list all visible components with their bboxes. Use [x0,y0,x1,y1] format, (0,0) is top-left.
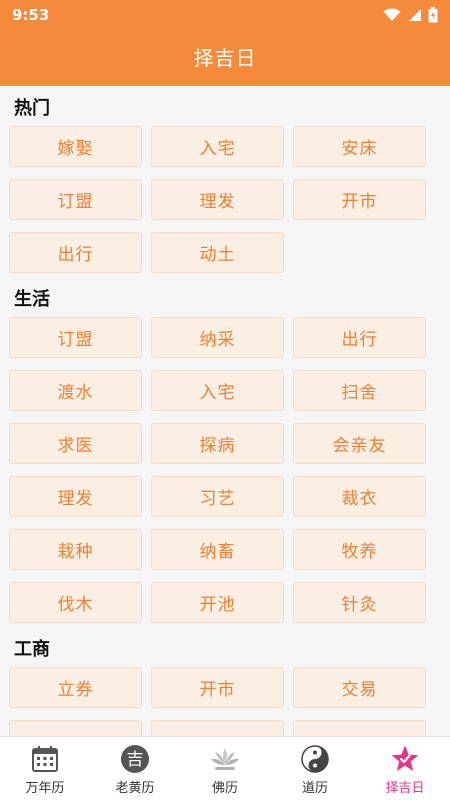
tag-kaishi[interactable]: 开市 [293,179,426,220]
nav-daoli[interactable]: 道历 [270,737,360,800]
tag-lifa[interactable]: 理发 [151,179,284,220]
status-icons [383,7,438,23]
nav-zejiri[interactable]: 择吉日 [360,737,450,800]
nav-label: 佛历 [211,781,238,796]
tag-ruzhai[interactable]: 入宅 [151,370,284,411]
tag-grid: 订盟 纳采 出行 渡水 入宅 扫舍 求医 探病 会亲友 理发 习艺 裁衣 栽种 … [0,317,450,623]
nav-label: 择吉日 [385,781,425,796]
tag-ruzhai[interactable]: 入宅 [151,126,284,167]
tag-huiqinyou[interactable]: 会亲友 [293,423,426,464]
tag-caiyi[interactable]: 裁衣 [293,476,426,517]
tag-chuxing[interactable]: 出行 [9,232,142,273]
nav-wannianli[interactable]: 万年历 [0,737,90,800]
nav-foli[interactable]: 佛历 [180,737,270,800]
status-time: 9:53 [12,6,50,24]
tag-anchuang[interactable]: 安床 [293,126,426,167]
tag-zhenjiu[interactable]: 针灸 [293,582,426,623]
screen: 9:53 择吉日 热门 嫁娶 入宅 安床 订盟 理发 开市 出行 动土 生活 订… [0,0,450,800]
tag-dushui[interactable]: 渡水 [9,370,142,411]
tag-partial[interactable] [9,720,142,736]
tag-jiaoyi[interactable]: 交易 [293,667,426,708]
signal-icon [409,9,421,21]
section-title: 热门 [14,98,50,119]
tag-grid: 嫁娶 入宅 安床 订盟 理发 开市 出行 动土 [0,126,450,273]
tag-famu[interactable]: 伐木 [9,582,142,623]
ji-icon: 吉 [120,744,150,774]
star-icon [390,744,420,774]
tag-zaizhong[interactable]: 栽种 [9,529,142,570]
tag-dingmeng[interactable]: 订盟 [9,179,142,220]
section-hot: 热门 嫁娶 入宅 安床 订盟 理发 开市 出行 动土 [0,86,450,273]
tag-tanbing[interactable]: 探病 [151,423,284,464]
section-business: 工商 立券 开市 交易 [0,627,450,736]
tag-jiaqu[interactable]: 嫁娶 [9,126,142,167]
tag-qiuyi[interactable]: 求医 [9,423,142,464]
tag-xiyi[interactable]: 习艺 [151,476,284,517]
tag-partial[interactable] [293,720,426,736]
tag-kaishi[interactable]: 开市 [151,667,284,708]
page-title: 择吉日 [193,46,257,70]
section-title: 生活 [14,289,50,310]
tag-grid: 立券 开市 交易 [0,667,450,736]
tag-dingmeng[interactable]: 订盟 [9,317,142,358]
lotus-icon [210,744,240,774]
tag-dongtu[interactable]: 动土 [151,232,284,273]
wifi-icon [383,8,401,21]
header: 9:53 择吉日 [0,0,450,86]
tag-lifa[interactable]: 理发 [9,476,142,517]
tag-liquan[interactable]: 立券 [9,667,142,708]
status-bar: 9:53 [0,0,450,30]
bottom-nav: 万年历 吉 老黄历 佛历 道历 择吉日 [0,736,450,800]
tag-chuxing[interactable]: 出行 [293,317,426,358]
nav-label: 老黄历 [115,781,155,796]
tag-kaichi[interactable]: 开池 [151,582,284,623]
nav-laohuangli[interactable]: 吉 老黄历 [90,737,180,800]
yin-yang-icon [300,744,330,774]
tag-muyang[interactable]: 牧养 [293,529,426,570]
category-list[interactable]: 热门 嫁娶 入宅 安床 订盟 理发 开市 出行 动土 生活 订盟 纳采 出行 渡… [0,86,450,736]
nav-label: 道历 [301,781,328,796]
tag-saoshe[interactable]: 扫舍 [293,370,426,411]
ji-glyph: 吉 [127,750,144,770]
tag-nachu[interactable]: 纳畜 [151,529,284,570]
calendar-icon [30,744,60,774]
section-life: 生活 订盟 纳采 出行 渡水 入宅 扫舍 求医 探病 会亲友 理发 习艺 裁衣 … [0,277,450,623]
tag-partial[interactable] [151,720,284,736]
battery-icon [428,7,438,23]
tag-nacai[interactable]: 纳采 [151,317,284,358]
nav-label: 万年历 [25,781,65,796]
section-title: 工商 [14,639,50,660]
